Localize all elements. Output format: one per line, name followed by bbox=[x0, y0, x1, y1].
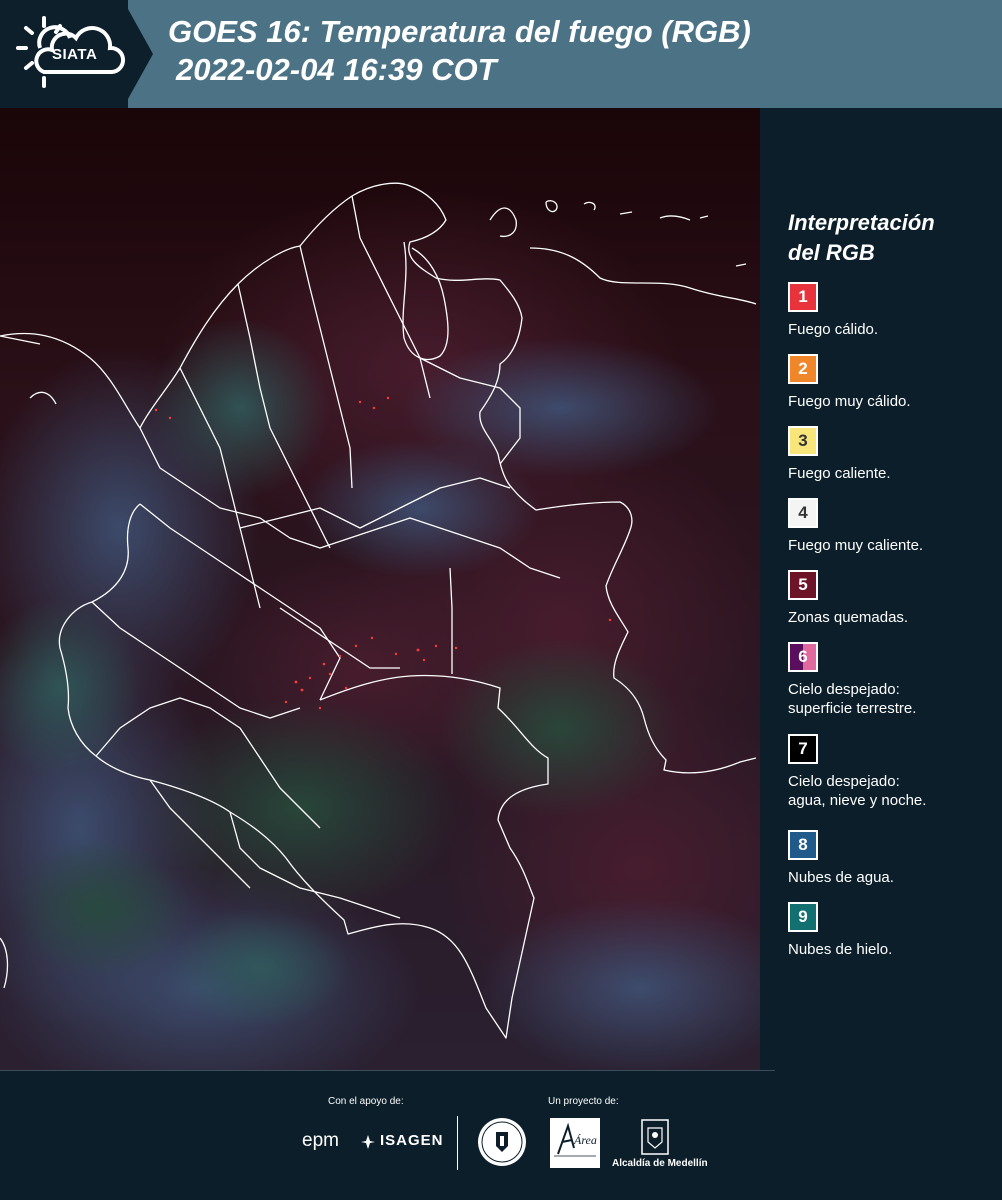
legend-label-line1: Cielo despejado: bbox=[788, 681, 900, 698]
legend-swatch: 4 bbox=[788, 498, 818, 528]
legend-number: 6 bbox=[798, 647, 808, 666]
legend-swatch: 6 bbox=[788, 642, 818, 672]
project-caption: Un proyecto de: bbox=[548, 1096, 619, 1107]
page-title: GOES 16: Temperatura del fuego (RGB) bbox=[168, 14, 751, 49]
alcaldia-logo-text: Alcaldía de Medellín bbox=[612, 1158, 708, 1169]
header-bar: SIATA GOES 16: Temperatura del fuego (RG… bbox=[0, 0, 1002, 108]
legend-item-4: 4 Fuego muy caliente. bbox=[788, 498, 998, 555]
legend-item-5: 5 Zonas quemadas. bbox=[788, 570, 998, 627]
legend-item-6: 6 Cielo despejado: superficie terrestre. bbox=[788, 642, 998, 718]
legend-swatch: 8 bbox=[788, 830, 818, 860]
legend-label: Nubes de agua. bbox=[788, 869, 894, 886]
legend-label-line2: agua, nieve y noche. bbox=[788, 792, 927, 809]
logo-chevron bbox=[123, 0, 153, 108]
area-metropolitana-logo: Área bbox=[550, 1118, 600, 1168]
support-caption: Con el apoyo de: bbox=[328, 1096, 404, 1107]
legend-item-3: 3 Fuego caliente. bbox=[788, 426, 998, 483]
satellite-map[interactable] bbox=[0, 108, 760, 1070]
legend-title: Interpretación del RGB bbox=[788, 208, 935, 268]
logo-text: SIATA bbox=[52, 46, 98, 63]
legend-number: 3 bbox=[798, 431, 808, 450]
legend-item-7: 7 Cielo despejado: agua, nieve y noche. bbox=[788, 734, 998, 810]
isagen-logo: ISAGEN bbox=[380, 1132, 444, 1149]
legend-item-1: 1 Fuego cálido. bbox=[788, 282, 998, 339]
legend-swatch: 7 bbox=[788, 734, 818, 764]
legend-title-line2: del RGB bbox=[788, 240, 875, 265]
isagen-mark-icon bbox=[361, 1135, 375, 1149]
area-metropolitana-mark-icon: Área bbox=[554, 1122, 597, 1157]
legend-label: Cielo despejado: agua, nieve y noche. bbox=[788, 772, 998, 810]
legend-swatch: 5 bbox=[788, 570, 818, 600]
area-script-text: Área bbox=[573, 1133, 597, 1147]
legend-swatch: 9 bbox=[788, 902, 818, 932]
legend-label: Nubes de hielo. bbox=[788, 941, 893, 958]
legend-label: Fuego caliente. bbox=[788, 465, 891, 482]
legend-swatch: 3 bbox=[788, 426, 818, 456]
legend-number: 1 bbox=[798, 287, 808, 306]
legend-number: 7 bbox=[798, 739, 808, 758]
footer-divider-line bbox=[0, 1070, 775, 1071]
legend-title-line1: Interpretación bbox=[788, 210, 935, 235]
footer: Con el apoyo de: Un proyecto de: epm ISA… bbox=[0, 1070, 1002, 1200]
legend-number: 2 bbox=[798, 359, 808, 378]
legend-item-8: 8 Nubes de agua. bbox=[788, 830, 998, 887]
legend-item-9: 9 Nubes de hielo. bbox=[788, 902, 998, 959]
legend-panel: Interpretación del RGB 1 Fuego cálido. 2… bbox=[760, 108, 1002, 1070]
legend-number: 8 bbox=[798, 835, 808, 854]
legend-label: Fuego cálido. bbox=[788, 321, 879, 338]
legend-label: Cielo despejado: superficie terrestre. bbox=[788, 680, 998, 718]
map-canvas bbox=[0, 108, 760, 1070]
legend-number: 5 bbox=[798, 575, 808, 594]
legend-label: Fuego muy cálido. bbox=[788, 393, 911, 410]
university-seal-icon bbox=[478, 1118, 526, 1166]
legend-label-line1: Cielo despejado: bbox=[788, 773, 900, 790]
legend-item-2: 2 Fuego muy cálido. bbox=[788, 354, 998, 411]
legend-label-line2: superficie terrestre. bbox=[788, 700, 917, 717]
legend-number: 9 bbox=[798, 907, 808, 926]
legend-swatch: 2 bbox=[788, 354, 818, 384]
legend-swatch: 1 bbox=[788, 282, 818, 312]
footer-vertical-divider bbox=[457, 1116, 458, 1170]
legend-label: Fuego muy caliente. bbox=[788, 537, 924, 554]
legend-label: Zonas quemadas. bbox=[788, 609, 909, 626]
legend-number: 4 bbox=[798, 503, 808, 522]
epm-logo: epm bbox=[302, 1130, 339, 1151]
page-timestamp: 2022-02-04 16:39 COT bbox=[176, 52, 497, 87]
alcaldia-shield-icon bbox=[641, 1119, 669, 1155]
